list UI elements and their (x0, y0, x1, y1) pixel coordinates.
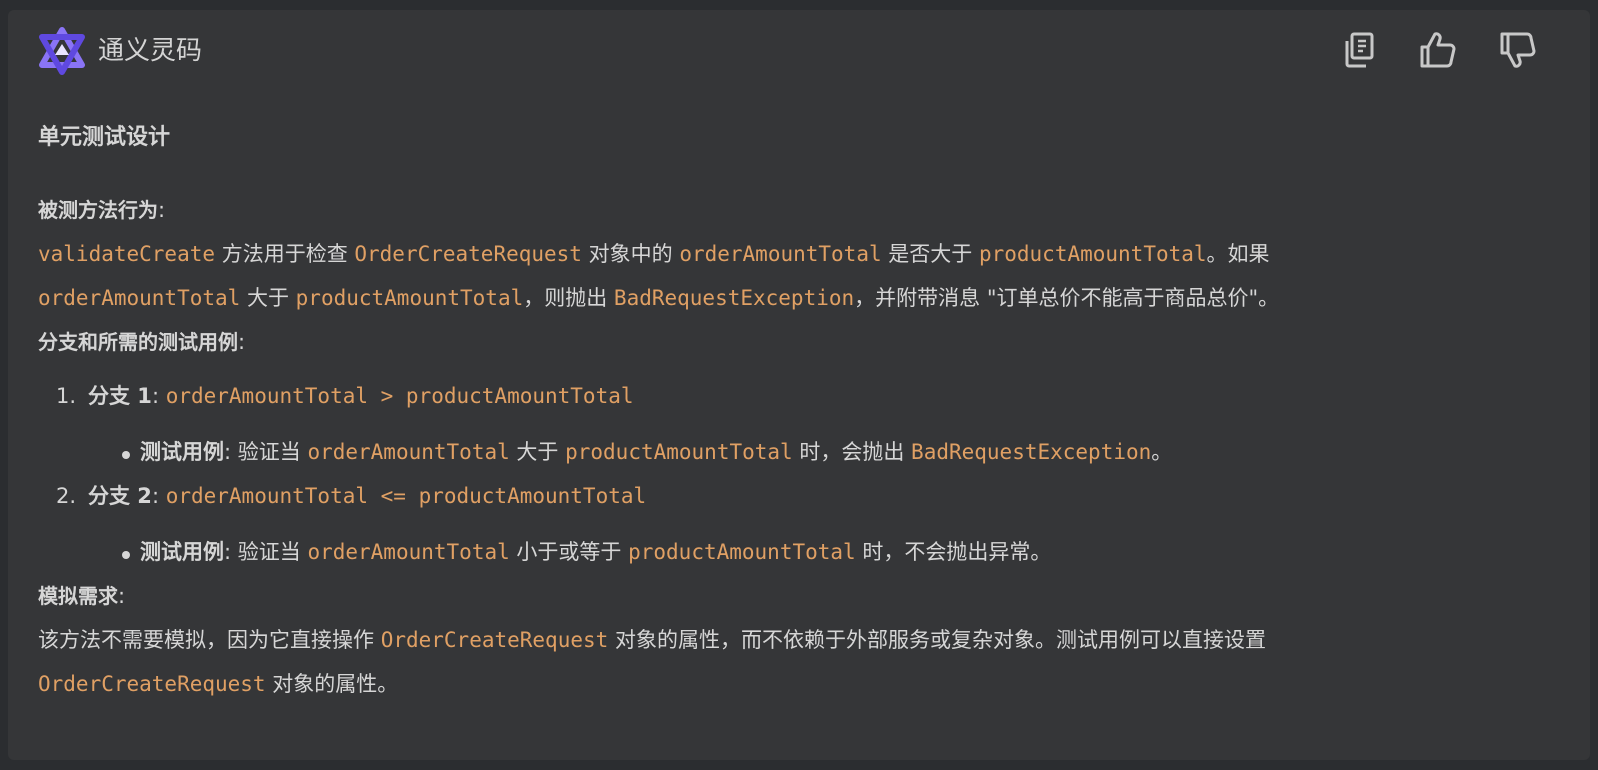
chat-answer-panel: 通义灵码 单元测试设计 被测方法行为: validateCreate 方法用于检… (8, 10, 1590, 760)
mock-label: 模拟需求 (38, 584, 118, 608)
text: : (224, 540, 238, 564)
branch-list: 1. 分支 1: orderAmountTotal > productAmount… (56, 374, 1568, 574)
text: 方法用于检查 (215, 242, 355, 266)
branch-item: 2. 分支 2: orderAmountTotal <= productAmoun… (56, 474, 1568, 574)
branch-number: 1. (56, 384, 77, 408)
text: 时，会抛出 (792, 440, 912, 464)
thumbs-up-button[interactable] (1418, 32, 1458, 72)
branches-section: 分支和所需的测试用例: 1. 分支 1: orderAmountTotal > p… (38, 320, 1568, 574)
code-order-create-request: OrderCreateRequest (38, 672, 266, 696)
text: 。 (1151, 440, 1173, 464)
text: 该方法不需要模拟，因为它直接操作 (38, 628, 381, 652)
text: 验证当 (237, 440, 308, 464)
mock-colon: : (118, 584, 126, 608)
text: 对象的属性，而不依赖于外部服务或复杂对象。测试用例可以直接设置 (608, 628, 1266, 652)
code-product-amount-total: productAmountTotal (628, 540, 856, 564)
copy-button[interactable] (1339, 32, 1379, 72)
bullet-icon (122, 451, 130, 459)
thumbs-down-icon (1498, 31, 1538, 73)
text: : (151, 384, 166, 408)
text: : (151, 484, 166, 508)
mock-section: 模拟需求: 该方法不需要模拟，因为它直接操作 OrderCreateReques… (38, 574, 1568, 706)
copy-icon (1341, 31, 1377, 73)
text: 大于 (509, 440, 566, 464)
text: 大于 (240, 286, 296, 310)
behavior-label: 被测方法行为 (38, 198, 158, 222)
answer-content: 单元测试设计 被测方法行为: validateCreate 方法用于检查 Ord… (38, 116, 1568, 706)
thumbs-down-button[interactable] (1498, 32, 1538, 72)
code-order-amount-total: orderAmountTotal (307, 540, 510, 564)
behavior-section: 被测方法行为: validateCreate 方法用于检查 OrderCreat… (38, 188, 1568, 320)
behavior-line-1: validateCreate 方法用于检查 OrderCreateRequest… (38, 232, 1568, 276)
code-order-create-request: OrderCreateRequest (354, 242, 582, 266)
branch-number: 2. (56, 484, 77, 508)
section-heading: 单元测试设计 (38, 125, 171, 150)
branches-colon: : (238, 330, 246, 354)
test-case-label: 测试用例 (140, 540, 224, 564)
code-product-amount-total: productAmountTotal (978, 242, 1207, 266)
branches-heading: 分支和所需的测试用例: (38, 320, 1568, 364)
answer-header: 通义灵码 (8, 10, 1590, 90)
bullet-icon (122, 551, 130, 559)
test-case-item: 测试用例: 验证当 orderAmountTotal 小于或等于 product… (122, 530, 1568, 574)
code-bad-request-exception: BadRequestException (613, 286, 855, 310)
mock-line-2: OrderCreateRequest 对象的属性。 (38, 662, 1568, 706)
code-product-amount-total: productAmountTotal (565, 440, 793, 464)
text: 对象的属性。 (265, 672, 399, 696)
behavior-heading: 被测方法行为: (38, 188, 1568, 232)
thumbs-up-icon (1418, 31, 1458, 73)
text: : (224, 440, 238, 464)
text: 验证当 (237, 540, 308, 564)
code-order-amount-total: orderAmountTotal (307, 440, 510, 464)
mock-line-1: 该方法不需要模拟，因为它直接操作 OrderCreateRequest 对象的属… (38, 618, 1568, 662)
branch-title: 分支 2 (88, 484, 152, 508)
code-validate-create: validateCreate (38, 242, 216, 266)
text: 小于或等于 (509, 540, 629, 564)
test-case-label: 测试用例 (140, 440, 224, 464)
text: ，则抛出 (523, 286, 614, 310)
code-bad-request-exception: BadRequestException (911, 440, 1152, 464)
branch-expression: orderAmountTotal <= productAmountTotal (165, 484, 647, 508)
code-order-amount-total: orderAmountTotal (679, 242, 882, 266)
behavior-colon: : (158, 198, 166, 222)
app-title: 通义灵码 (98, 36, 203, 66)
behavior-line-2: orderAmountTotal 大于 productAmountTotal，则… (38, 276, 1568, 320)
code-order-amount-total: orderAmountTotal (38, 286, 241, 310)
branch-title: 分支 1 (88, 384, 152, 408)
branches-label: 分支和所需的测试用例 (38, 330, 238, 354)
text: 对象中的 (581, 242, 680, 266)
text: 。如果 (1206, 242, 1270, 266)
branch-expression: orderAmountTotal > productAmountTotal (165, 384, 634, 408)
text: 是否大于 (881, 242, 979, 266)
mock-heading: 模拟需求: (38, 574, 1568, 618)
text: 时，不会抛出异常。 (855, 540, 1052, 564)
branch-item: 1. 分支 1: orderAmountTotal > productAmount… (56, 374, 1568, 474)
text: ，并附带消息 "订单总价不能高于商品总价"。 (854, 286, 1280, 310)
test-case-item: 测试用例: 验证当 orderAmountTotal 大于 productAmo… (122, 430, 1568, 474)
code-order-create-request: OrderCreateRequest (380, 628, 609, 652)
code-product-amount-total: productAmountTotal (295, 286, 524, 310)
tongyi-logo-icon (38, 27, 86, 75)
